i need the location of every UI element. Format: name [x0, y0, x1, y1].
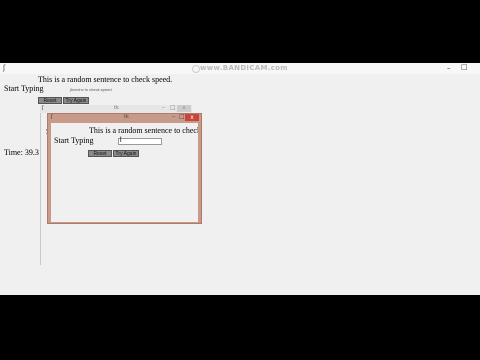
- start-typing-label: Start Typing: [4, 84, 44, 93]
- dialog-title: tk: [124, 114, 129, 120]
- try-again-button[interactable]: Try Again: [63, 97, 89, 104]
- minimize-icon[interactable]: –: [447, 65, 451, 72]
- dialog-client-area: This is a random sentence to check speed…: [51, 123, 198, 222]
- dialog-sentence-label: This is a random sentence to check speed…: [89, 126, 198, 135]
- typing-input[interactable]: l: [118, 137, 162, 145]
- close-icon[interactable]: x: [185, 114, 199, 121]
- desktop-screen: ʃ www.BANDICAM.com – □ This is a random …: [0, 63, 480, 295]
- minimize-icon[interactable]: –: [172, 114, 175, 120]
- typed-text[interactable]: jhvnvhv to check speed: [70, 87, 112, 92]
- dialog-try-again-button[interactable]: Try Again: [113, 150, 139, 157]
- feather-icon: ʃ: [42, 105, 44, 111]
- sentence-label: This is a random sentence to check speed…: [38, 75, 173, 84]
- main-title-bar: ʃ www.BANDICAM.com – □: [0, 63, 480, 74]
- close-icon[interactable]: x: [177, 105, 191, 112]
- dialog-reset-button[interactable]: Reset: [88, 150, 112, 157]
- reset-button[interactable]: Reset: [38, 97, 62, 104]
- watermark: www.BANDICAM.com: [200, 64, 288, 72]
- ghost-title-bar: ʃ tk – □ x: [40, 105, 192, 113]
- time-label: Time: 39.3: [4, 148, 39, 157]
- ghost-title: tk: [114, 105, 119, 111]
- dialog-start-typing-label: Start Typing: [54, 136, 94, 145]
- maximize-icon[interactable]: □: [170, 105, 176, 111]
- dialog-title-bar: ʃ tk – □ x: [48, 114, 201, 122]
- maximize-icon[interactable]: □: [179, 114, 185, 120]
- maximize-icon[interactable]: □: [461, 64, 468, 71]
- input-value: l: [120, 137, 122, 144]
- feather-icon: ʃ: [3, 64, 6, 72]
- minimize-icon[interactable]: –: [162, 105, 165, 111]
- feather-icon: ʃ: [51, 114, 53, 120]
- dialog-window: ʃ tk – □ x This is a random sentence to …: [47, 113, 202, 224]
- bandicam-logo-icon: [192, 65, 200, 73]
